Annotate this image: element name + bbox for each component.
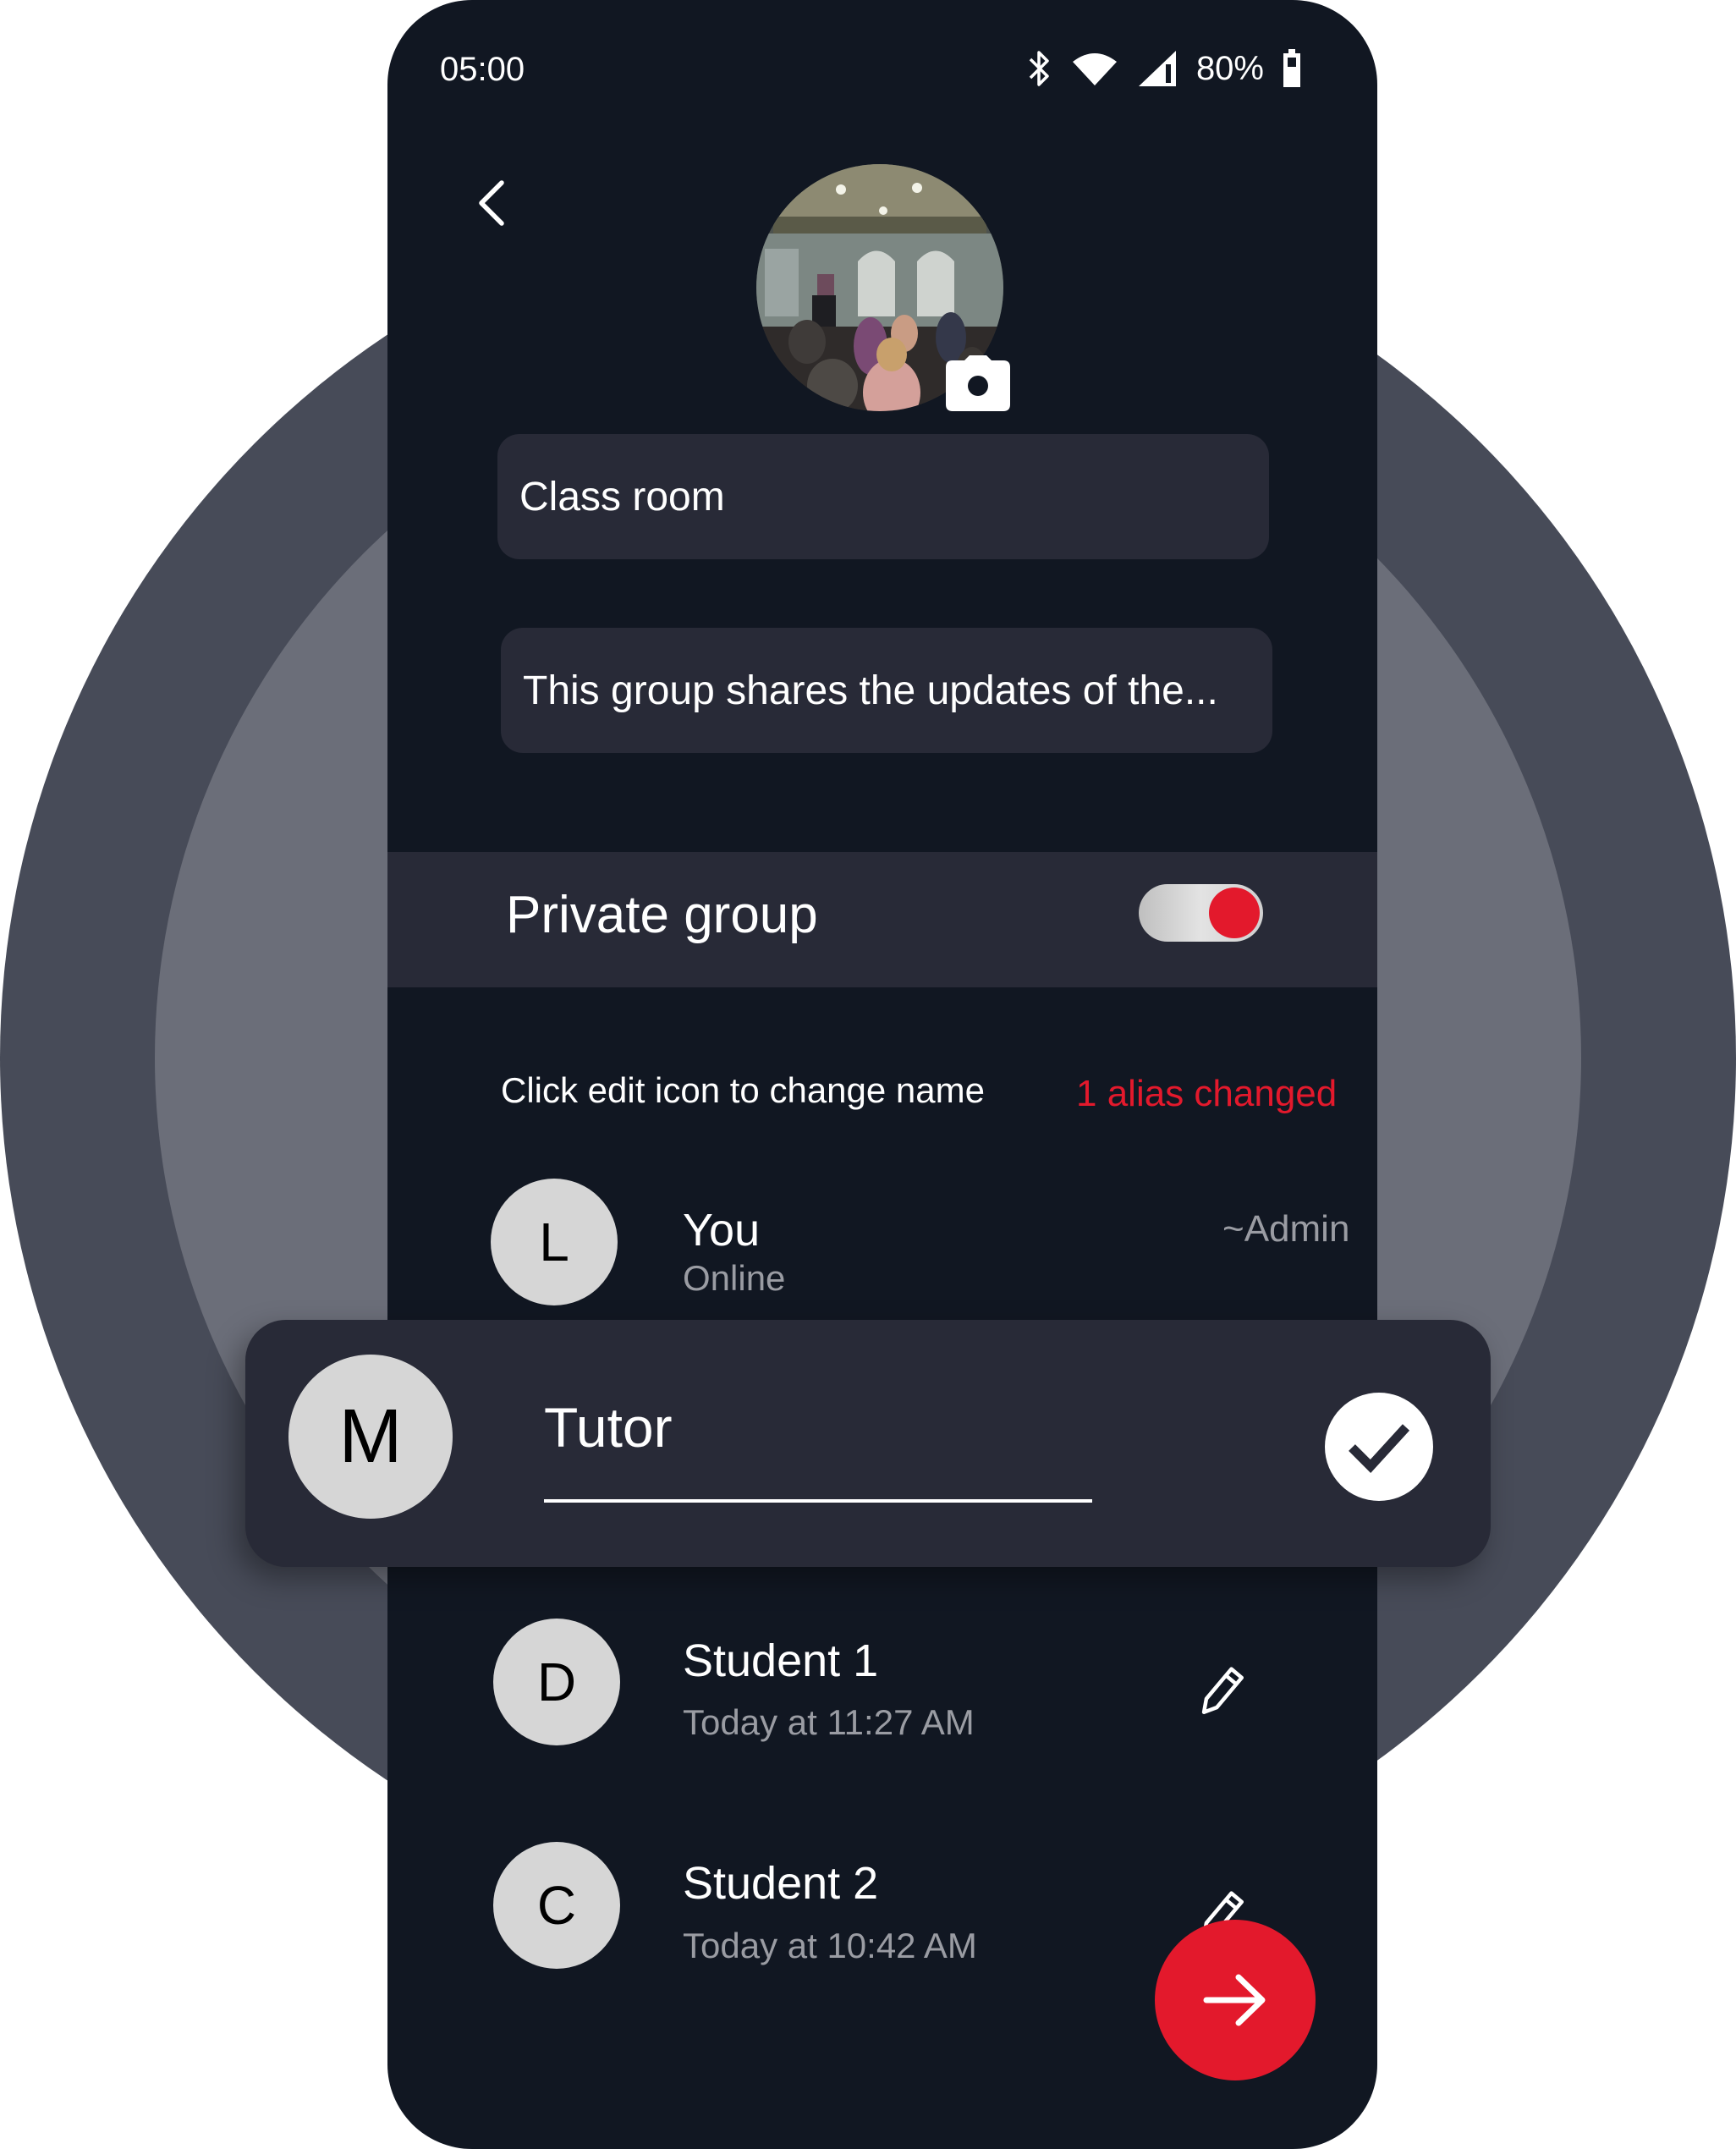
member-avatar: C — [493, 1842, 620, 1969]
next-button[interactable] — [1155, 1920, 1316, 2080]
member-avatar: D — [493, 1619, 620, 1745]
edit-alias-button[interactable] — [1191, 1663, 1250, 1722]
back-button[interactable] — [468, 178, 519, 228]
wifi-icon — [1072, 53, 1117, 85]
member-role: ~Admin — [1222, 1208, 1350, 1250]
toggle-knob — [1209, 888, 1260, 938]
status-time: 05:00 — [440, 51, 525, 88]
member-name: Student 2 — [683, 1858, 879, 1909]
edit-hint-text: Click edit icon to change name — [501, 1070, 985, 1110]
camera-icon — [946, 355, 1010, 411]
member-status: Online — [683, 1258, 786, 1298]
alias-changed-status: 1 alias changed — [1076, 1073, 1338, 1114]
member-name: You — [683, 1205, 761, 1256]
member-avatar: M — [288, 1355, 453, 1519]
phone-screen: 05:00 80% Class room This group shares t… — [387, 0, 1377, 2149]
private-group-label: Private group — [506, 886, 818, 944]
group-name-value: Class room — [519, 474, 725, 519]
member-last-seen: Today at 11:27 AM — [683, 1702, 975, 1742]
group-description-value: This group shares the updates of the... — [523, 668, 1218, 713]
alias-input[interactable] — [544, 1398, 1092, 1457]
bluetooth-icon — [1029, 51, 1049, 86]
chevron-left-icon — [479, 180, 504, 226]
signal-icon — [1138, 51, 1176, 86]
battery-percent: 80% — [1195, 49, 1264, 87]
confirm-alias-button[interactable] — [1325, 1393, 1433, 1501]
battery-icon — [1283, 49, 1300, 87]
pencil-icon — [1201, 1667, 1244, 1714]
member-name: Student 1 — [683, 1635, 879, 1686]
arrow-right-icon — [1203, 1974, 1266, 2026]
status-icons: 80% — [1027, 49, 1301, 88]
group-description-field[interactable]: This group shares the updates of the... — [501, 628, 1272, 753]
check-icon — [1349, 1424, 1410, 1473]
group-name-field[interactable]: Class room — [497, 434, 1269, 559]
member-avatar: L — [491, 1179, 618, 1305]
member-last-seen: Today at 10:42 AM — [683, 1926, 977, 1965]
private-group-toggle[interactable] — [1139, 884, 1263, 942]
change-photo-button[interactable] — [944, 354, 1012, 413]
alias-editor-card: M — [245, 1320, 1491, 1567]
alias-input-underline — [544, 1499, 1092, 1503]
